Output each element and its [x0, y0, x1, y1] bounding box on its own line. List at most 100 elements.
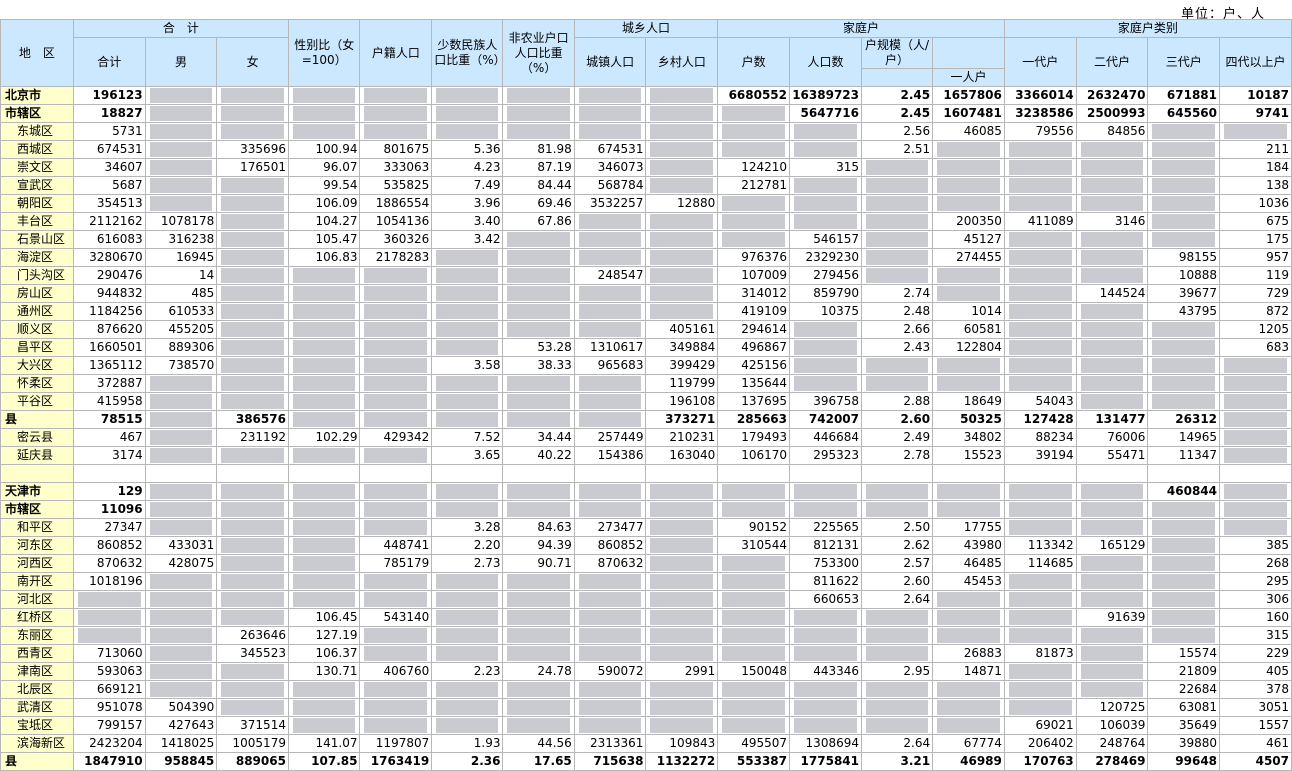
- data-cell[interactable]: 34.44: [502, 428, 575, 447]
- data-cell[interactable]: [1003, 356, 1077, 375]
- data-cell[interactable]: [359, 338, 433, 357]
- data-cell[interactable]: 79556: [1003, 122, 1077, 141]
- data-cell[interactable]: 683: [1219, 338, 1292, 357]
- data-cell[interactable]: 785179: [359, 554, 433, 573]
- data-cell[interactable]: [359, 122, 433, 141]
- region-cell[interactable]: 市辖区: [0, 500, 74, 519]
- data-cell[interactable]: 84856: [1075, 122, 1149, 141]
- region-cell[interactable]: 房山区: [0, 284, 74, 303]
- data-cell[interactable]: 371514: [216, 716, 289, 735]
- data-cell[interactable]: 3.58: [431, 356, 504, 375]
- data-cell[interactable]: [1147, 122, 1221, 141]
- data-cell[interactable]: 248764: [1075, 734, 1149, 753]
- data-cell[interactable]: 411089: [1003, 212, 1077, 231]
- data-cell[interactable]: 2.23: [431, 662, 504, 681]
- data-cell[interactable]: [431, 122, 504, 141]
- data-cell[interactable]: 99.54: [287, 176, 361, 195]
- region-cell[interactable]: 河西区: [0, 554, 74, 573]
- data-cell[interactable]: [860, 266, 934, 285]
- data-cell[interactable]: 231192: [216, 428, 289, 447]
- data-cell[interactable]: 10888: [1147, 266, 1221, 285]
- data-cell[interactable]: [645, 536, 719, 555]
- data-cell[interactable]: 415958: [72, 392, 146, 411]
- data-cell[interactable]: 870632: [573, 554, 647, 573]
- data-cell[interactable]: [932, 716, 1005, 735]
- data-cell[interactable]: [502, 266, 575, 285]
- data-cell[interactable]: [502, 104, 575, 123]
- data-cell[interactable]: [645, 248, 719, 267]
- data-cell[interactable]: 429342: [359, 428, 433, 447]
- region-cell[interactable]: 通州区: [0, 302, 74, 321]
- data-cell[interactable]: 7.49: [431, 176, 504, 195]
- data-cell[interactable]: [144, 428, 218, 447]
- region-cell[interactable]: 昌平区: [0, 338, 74, 357]
- data-cell[interactable]: [359, 464, 433, 483]
- data-cell[interactable]: 1014: [932, 302, 1005, 321]
- data-cell[interactable]: [932, 590, 1005, 609]
- data-cell[interactable]: 2500993: [1075, 104, 1149, 123]
- data-cell[interactable]: [789, 176, 862, 195]
- data-cell[interactable]: [216, 464, 289, 483]
- data-cell[interactable]: [1147, 356, 1221, 375]
- data-cell[interactable]: 273477: [573, 518, 647, 537]
- data-cell[interactable]: [717, 140, 791, 159]
- data-cell[interactable]: 616083: [72, 230, 146, 249]
- data-cell[interactable]: 16389723: [789, 86, 862, 105]
- data-cell[interactable]: [573, 374, 647, 393]
- data-cell[interactable]: [144, 158, 218, 177]
- data-cell[interactable]: 2.95: [860, 662, 934, 681]
- data-cell[interactable]: 2.48: [860, 302, 934, 321]
- data-cell[interactable]: 109843: [645, 734, 719, 753]
- data-cell[interactable]: [645, 554, 719, 573]
- data-cell[interactable]: [431, 302, 504, 321]
- data-cell[interactable]: 485: [144, 284, 218, 303]
- data-cell[interactable]: 1775841: [789, 752, 862, 771]
- data-cell[interactable]: 11096: [72, 500, 146, 519]
- data-cell[interactable]: 45453: [932, 572, 1005, 591]
- data-cell[interactable]: [359, 716, 433, 735]
- data-cell[interactable]: [431, 410, 504, 429]
- data-cell[interactable]: [502, 680, 575, 699]
- data-cell[interactable]: 753300: [789, 554, 862, 573]
- data-cell[interactable]: 163040: [645, 446, 719, 465]
- data-cell[interactable]: 467: [72, 428, 146, 447]
- region-cell[interactable]: 县: [0, 410, 74, 429]
- data-cell[interactable]: 43980: [932, 536, 1005, 555]
- data-cell[interactable]: 2.36: [431, 752, 504, 771]
- data-cell[interactable]: 69.46: [502, 194, 575, 213]
- data-cell[interactable]: 54043: [1003, 392, 1077, 411]
- data-cell[interactable]: 12880: [645, 194, 719, 213]
- data-cell[interactable]: [645, 176, 719, 195]
- data-cell[interactable]: [1003, 608, 1077, 627]
- data-cell[interactable]: 2.20: [431, 536, 504, 555]
- region-cell[interactable]: 崇文区: [0, 158, 74, 177]
- data-cell[interactable]: [502, 626, 575, 645]
- data-cell[interactable]: [359, 374, 433, 393]
- data-cell[interactable]: 98155: [1147, 248, 1221, 267]
- data-cell[interactable]: 335696: [216, 140, 289, 159]
- data-cell[interactable]: [645, 716, 719, 735]
- data-cell[interactable]: 310544: [717, 536, 791, 555]
- data-cell[interactable]: [1075, 140, 1149, 159]
- data-cell[interactable]: [860, 176, 934, 195]
- data-cell[interactable]: [502, 302, 575, 321]
- data-cell[interactable]: [717, 608, 791, 627]
- data-cell[interactable]: [1003, 194, 1077, 213]
- data-cell[interactable]: 63081: [1147, 698, 1221, 717]
- data-cell[interactable]: 433031: [144, 536, 218, 555]
- data-cell[interactable]: [573, 122, 647, 141]
- region-cell[interactable]: 平谷区: [0, 392, 74, 411]
- data-cell[interactable]: [431, 698, 504, 717]
- data-cell[interactable]: 333063: [359, 158, 433, 177]
- data-cell[interactable]: 3.21: [860, 752, 934, 771]
- region-cell[interactable]: 延庆县: [0, 446, 74, 465]
- data-cell[interactable]: [216, 590, 289, 609]
- data-cell[interactable]: [287, 590, 361, 609]
- data-cell[interactable]: [287, 320, 361, 339]
- data-cell[interactable]: [573, 698, 647, 717]
- data-cell[interactable]: [717, 212, 791, 231]
- data-cell[interactable]: 674531: [573, 140, 647, 159]
- data-cell[interactable]: 405161: [645, 320, 719, 339]
- data-cell[interactable]: [860, 248, 934, 267]
- data-cell[interactable]: [1075, 554, 1149, 573]
